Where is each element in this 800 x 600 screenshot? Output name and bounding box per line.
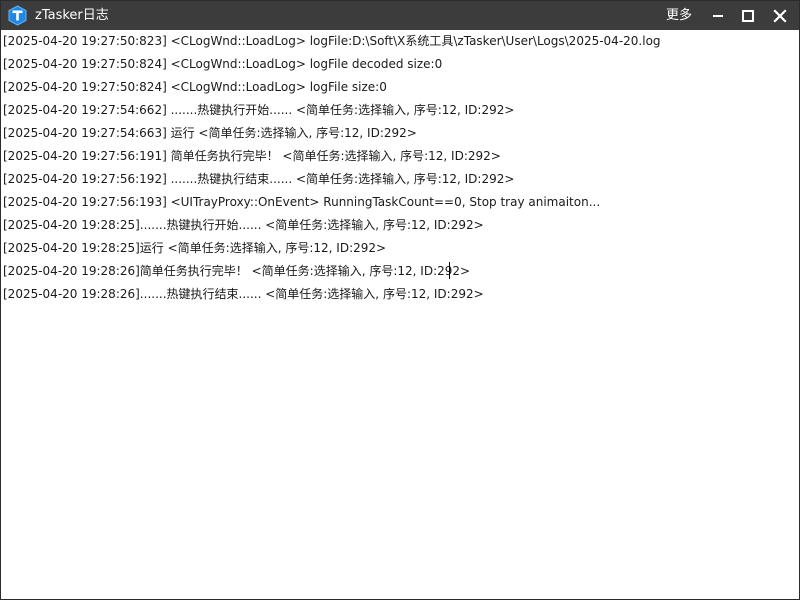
minimize-icon xyxy=(713,15,723,17)
title-bar[interactable]: zTasker日志 更多 xyxy=(1,1,799,30)
log-window: zTasker日志 更多 [2025-04-20 19:27:50:823] <… xyxy=(0,0,800,600)
log-line: [2025-04-20 19:27:56:191] 简单任务执行完毕！ <简单任… xyxy=(3,149,501,163)
log-line: [2025-04-20 19:28:25].......热键执行开始......… xyxy=(3,218,484,232)
minimize-button[interactable] xyxy=(703,1,733,30)
text-caret xyxy=(449,262,450,279)
close-icon xyxy=(773,9,787,23)
close-button[interactable] xyxy=(765,1,795,30)
log-line: [2025-04-20 19:28:25]运行 <简单任务:选择输入, 序号:1… xyxy=(3,241,387,255)
window-title: zTasker日志 xyxy=(35,8,109,23)
log-text-area[interactable]: [2025-04-20 19:27:50:823] <CLogWnd::Load… xyxy=(1,30,799,599)
log-line: [2025-04-20 19:27:54:662] .......热键执行开始.… xyxy=(3,103,515,117)
log-line: [2025-04-20 19:28:26].......热键执行结束......… xyxy=(3,287,484,301)
ztasker-logo-icon xyxy=(8,5,27,26)
maximize-button[interactable] xyxy=(733,1,763,30)
log-line: [2025-04-20 19:27:54:663] 运行 <简单任务:选择输入,… xyxy=(3,126,417,140)
maximize-icon xyxy=(742,10,754,22)
log-line: [2025-04-20 19:27:50:823] <CLogWnd::Load… xyxy=(3,34,661,48)
log-line: [2025-04-20 19:27:56:192] .......热键执行结束.… xyxy=(3,172,515,186)
log-line: [2025-04-20 19:27:50:824] <CLogWnd::Load… xyxy=(3,80,387,94)
log-line: [2025-04-20 19:28:26]简单任务执行完毕！ <简单任务:选择输… xyxy=(3,264,471,278)
more-button[interactable]: 更多 xyxy=(661,6,697,25)
log-line: [2025-04-20 19:27:56:193] <UITrayProxy::… xyxy=(3,195,601,209)
log-line: [2025-04-20 19:27:50:824] <CLogWnd::Load… xyxy=(3,57,443,71)
